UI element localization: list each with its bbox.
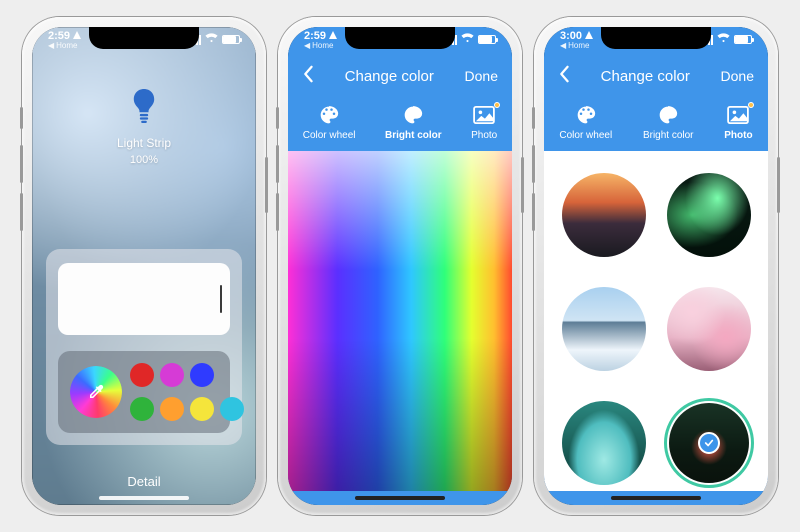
color-picker-wheel[interactable] [70, 366, 122, 418]
swatch-magenta[interactable] [160, 363, 184, 387]
screen-3: 3:00 ◀ Home Change color Done Color whee… [544, 27, 768, 505]
tab-bright-color[interactable]: Bright color [385, 104, 442, 141]
bulb-icon [130, 89, 158, 128]
photo-thumb-lagoon[interactable] [562, 401, 646, 485]
page-title: Change color [601, 68, 690, 85]
tab-photo[interactable]: Photo [471, 104, 497, 141]
phone-frame-3: 3:00 ◀ Home Change color Done Color whee… [534, 17, 778, 515]
tab-label: Color wheel [303, 130, 356, 141]
done-button[interactable]: Done [465, 68, 498, 84]
palette-bright-icon [656, 104, 680, 126]
control-panel [46, 249, 242, 445]
tab-label: Bright color [643, 130, 694, 141]
phone-frame-2: 2:59 ◀ Home Change color Done Color whee… [278, 17, 522, 515]
battery-icon [478, 35, 496, 44]
palette-icon [317, 104, 341, 126]
tab-label: Color wheel [559, 130, 612, 141]
swatch-yellow[interactable] [190, 397, 214, 421]
swatch-blue[interactable] [190, 363, 214, 387]
screen-2: 2:59 ◀ Home Change color Done Color whee… [288, 27, 512, 505]
home-indicator[interactable] [99, 496, 189, 500]
tab-label: Photo [724, 130, 752, 141]
photo-grid [544, 151, 768, 491]
color-gradient-picker[interactable] [288, 151, 512, 491]
back-button[interactable] [558, 65, 570, 88]
notification-dot-icon [748, 102, 754, 108]
photo-thumb-mountain[interactable] [562, 287, 646, 371]
tab-label: Photo [471, 130, 497, 141]
tab-photo[interactable]: Photo [724, 104, 752, 141]
photo-icon [472, 104, 496, 126]
tab-row: Color wheel Bright color Photo [288, 95, 512, 149]
device-name: Light Strip [117, 136, 171, 150]
tab-row: Color wheel Bright color Photo [544, 95, 768, 149]
checkmark-icon [698, 432, 720, 454]
photo-thumb-city-selected[interactable] [664, 398, 754, 488]
swatch-green[interactable] [130, 397, 154, 421]
tab-label: Bright color [385, 130, 442, 141]
photo-thumb-blossom[interactable] [667, 287, 751, 371]
detail-button[interactable]: Detail [32, 474, 256, 489]
palette-icon [574, 104, 598, 126]
breadcrumb-home[interactable]: ◀ Home [304, 42, 337, 50]
phone-frame-1: 2:59 ◀ Home Light Strip 100% [22, 17, 266, 515]
color-swatch-row [58, 351, 230, 433]
brightness-percent: 100% [130, 154, 158, 166]
done-button[interactable]: Done [721, 68, 754, 84]
screen-1: 2:59 ◀ Home Light Strip 100% [32, 27, 256, 505]
page-title: Change color [345, 68, 434, 85]
swatch-red[interactable] [130, 363, 154, 387]
wifi-icon [205, 33, 218, 46]
wifi-icon [461, 33, 474, 46]
brightness-slider[interactable] [58, 263, 230, 335]
breadcrumb-home[interactable]: ◀ Home [48, 42, 81, 50]
home-indicator[interactable] [355, 496, 445, 500]
home-indicator[interactable] [611, 496, 701, 500]
swatch-orange[interactable] [160, 397, 184, 421]
notification-dot-icon [494, 102, 500, 108]
palette-bright-icon [401, 104, 425, 126]
eyedropper-icon [87, 383, 105, 401]
battery-icon [734, 35, 752, 44]
battery-icon [222, 35, 240, 44]
tab-color-wheel[interactable]: Color wheel [303, 104, 356, 141]
wifi-icon [717, 33, 730, 46]
nav-bar: Change color Done [288, 59, 512, 93]
nav-bar: Change color Done [544, 59, 768, 93]
photo-thumb-sunset[interactable] [562, 173, 646, 257]
breadcrumb-home[interactable]: ◀ Home [560, 42, 593, 50]
tab-color-wheel[interactable]: Color wheel [559, 104, 612, 141]
back-button[interactable] [302, 65, 314, 88]
swatch-cyan[interactable] [220, 397, 244, 421]
photo-icon [726, 104, 750, 126]
tab-bright-color[interactable]: Bright color [643, 104, 694, 141]
photo-thumb-aurora[interactable] [667, 173, 751, 257]
